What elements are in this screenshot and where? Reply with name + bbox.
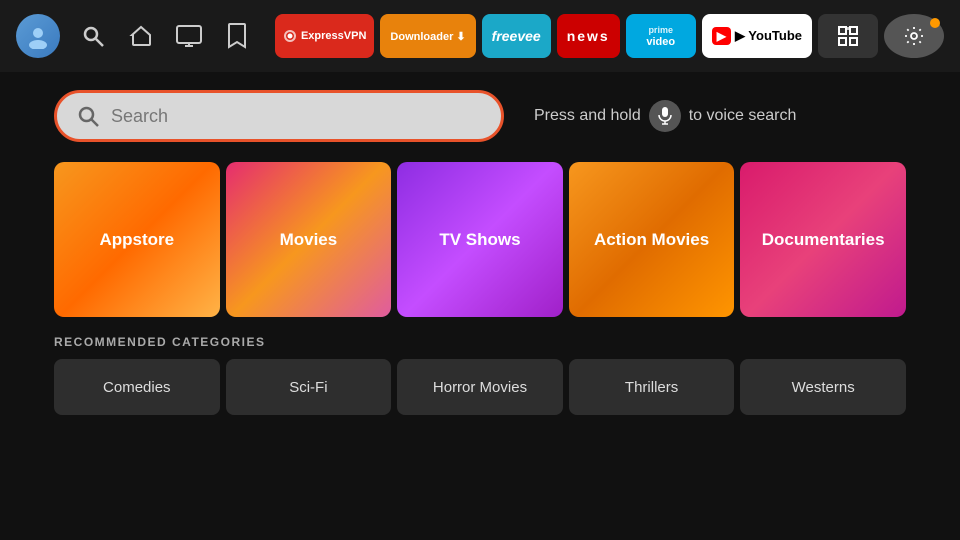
tile-movies[interactable]: Movies (226, 162, 392, 317)
youtube-badge[interactable]: ▶ ▶ YouTube (702, 14, 812, 58)
recommended-label: RECOMMENDED CATEGORIES (54, 335, 906, 349)
mic-icon[interactable] (649, 100, 681, 132)
avatar[interactable] (16, 14, 60, 58)
tile-documentaries[interactable]: Documentaries (740, 162, 906, 317)
news-badge[interactable]: news (557, 14, 620, 58)
news-label: news (567, 28, 610, 44)
categories-grid: Appstore Movies TV Shows Action Movies D… (0, 154, 960, 317)
search-section: Search Press and hold to voice search (0, 72, 960, 154)
search-nav-icon[interactable] (78, 21, 108, 51)
rec-tile-horror[interactable]: Horror Movies (397, 359, 563, 415)
grid-badge[interactable] (818, 14, 878, 58)
tile-action-movies[interactable]: Action Movies (569, 162, 735, 317)
search-box-icon (77, 105, 99, 127)
rec-tile-scifi[interactable]: Sci-Fi (226, 359, 392, 415)
rec-scifi-label: Sci-Fi (289, 379, 327, 396)
nav-left (16, 14, 252, 58)
voice-hint: Press and hold to voice search (534, 100, 796, 132)
freevee-badge[interactable]: freevee (482, 14, 551, 58)
app-badges: ExpressVPN Downloader ⬇ freevee news pri… (275, 14, 944, 58)
recommended-section: RECOMMENDED CATEGORIES Comedies Sci-Fi H… (0, 317, 960, 415)
youtube-label: ▶ YouTube (735, 28, 802, 44)
rec-tile-westerns[interactable]: Westerns (740, 359, 906, 415)
primevideo-badge[interactable]: prime video (626, 14, 696, 58)
bookmark-nav-icon[interactable] (222, 21, 252, 51)
tile-tvshows-label: TV Shows (429, 230, 530, 250)
tile-appstore[interactable]: Appstore (54, 162, 220, 317)
rec-tile-thrillers[interactable]: Thrillers (569, 359, 735, 415)
rec-thrillers-label: Thrillers (625, 379, 678, 396)
downloader-badge[interactable]: Downloader ⬇ (380, 14, 475, 58)
rec-tile-comedies[interactable]: Comedies (54, 359, 220, 415)
search-placeholder: Search (111, 106, 168, 127)
rec-westerns-label: Westerns (792, 379, 855, 396)
freevee-label: freevee (492, 28, 541, 44)
tile-action-label: Action Movies (584, 230, 719, 250)
rec-comedies-label: Comedies (103, 379, 171, 396)
voice-hint-prefix: Press and hold (534, 107, 641, 125)
expressvpn-label: ExpressVPN (301, 30, 366, 42)
tile-documentaries-label: Documentaries (752, 230, 895, 250)
tile-movies-label: Movies (270, 230, 348, 250)
search-box[interactable]: Search (54, 90, 504, 142)
tile-appstore-label: Appstore (89, 230, 184, 250)
expressvpn-badge[interactable]: ExpressVPN (275, 14, 374, 58)
tv-nav-icon[interactable] (174, 21, 204, 51)
home-nav-icon[interactable] (126, 21, 156, 51)
top-nav: ExpressVPN Downloader ⬇ freevee news pri… (0, 0, 960, 72)
voice-hint-suffix: to voice search (689, 107, 797, 125)
tile-tvshows[interactable]: TV Shows (397, 162, 563, 317)
settings-notification-dot (930, 18, 940, 28)
recommended-grid: Comedies Sci-Fi Horror Movies Thrillers … (54, 359, 906, 415)
settings-badge[interactable] (884, 14, 944, 58)
downloader-label: Downloader ⬇ (390, 30, 465, 43)
rec-horror-label: Horror Movies (433, 379, 527, 396)
